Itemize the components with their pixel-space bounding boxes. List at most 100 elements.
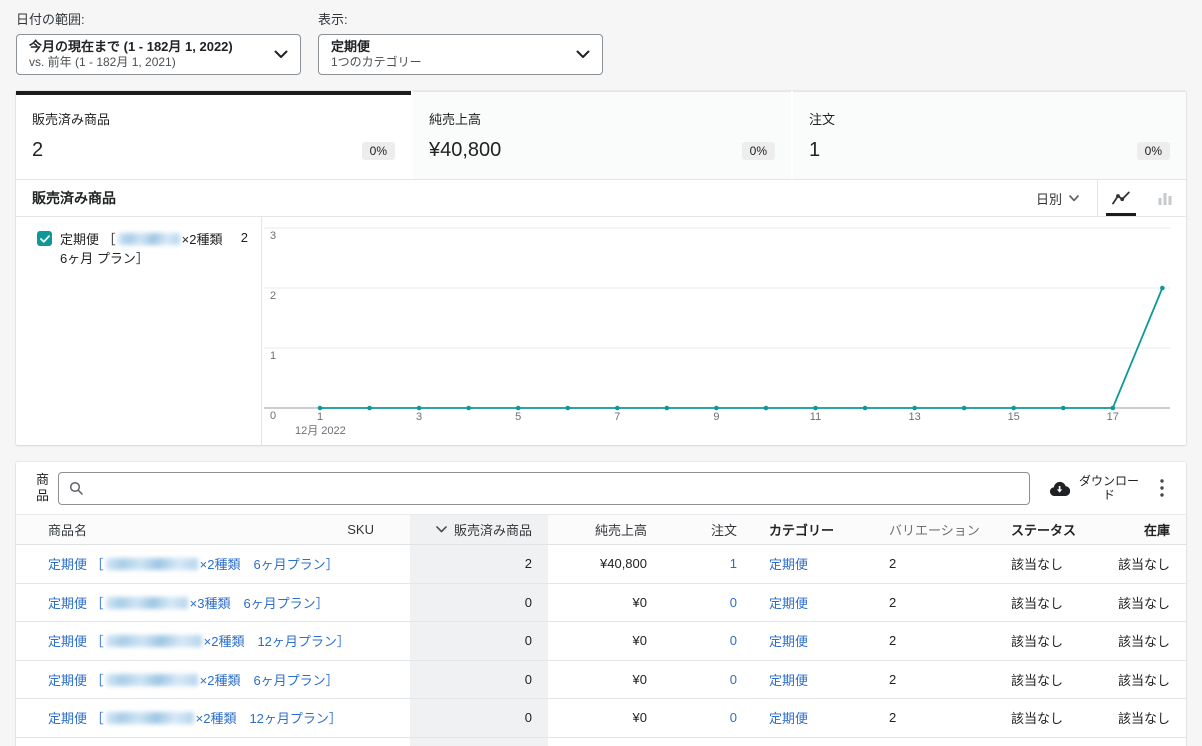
product-name-link[interactable]: 定期便 ［×2種類 6ヶ月プラン］	[48, 554, 339, 573]
data-point	[466, 406, 471, 411]
data-point	[962, 406, 967, 411]
inventory-cell: 該当なし	[1103, 584, 1186, 622]
category-link[interactable]: 定期便	[769, 631, 808, 650]
product-name-cell: 定期便 ［×2種類 12ヶ月プラン］	[16, 699, 320, 737]
download-button[interactable]: ダウンロード	[1048, 474, 1140, 502]
empty-cell	[410, 738, 548, 746]
table-body: 定期便 ［×2種類 6ヶ月プラン］2¥40,8001定期便2該当なし該当なし定期…	[16, 545, 1186, 746]
metric-value: ¥40,800	[429, 139, 501, 162]
redacted-text	[118, 233, 180, 245]
column-header-sku[interactable]: SKU	[320, 515, 410, 544]
column-header-net-sales[interactable]: 純売上高	[548, 515, 663, 544]
data-point	[516, 406, 521, 411]
orders-cell: 0	[663, 661, 753, 699]
chart-plot-area: 0123135791113151712月 2022	[262, 217, 1186, 445]
svg-text:1: 1	[317, 411, 323, 423]
orders-link[interactable]: 0	[730, 672, 737, 687]
category-link[interactable]: 定期便	[769, 708, 808, 727]
redacted-text	[106, 597, 188, 609]
redacted-text	[106, 674, 198, 686]
orders-link[interactable]: 0	[730, 633, 737, 648]
units-sold-cell: 0	[410, 584, 548, 622]
orders-link[interactable]: 1	[730, 556, 737, 571]
data-point	[714, 406, 719, 411]
display-label: 表示:	[318, 9, 603, 28]
sort-descending-icon	[436, 526, 447, 533]
data-point	[813, 406, 818, 411]
svg-text:17: 17	[1107, 411, 1119, 423]
date-range-filter-group: 日付の範囲: 今月の現在まで (1 - 182月 1, 2022) vs. 前年…	[16, 9, 301, 75]
line-chart-toggle[interactable]	[1098, 180, 1144, 216]
empty-cell	[983, 738, 1103, 746]
column-header-variations[interactable]: バリエーション	[873, 515, 983, 544]
svg-text:15: 15	[1008, 411, 1020, 423]
empty-cell	[753, 738, 873, 746]
download-label: ダウンロード	[1078, 474, 1140, 502]
orders-cell: 0	[663, 699, 753, 737]
metric-tab-units-sold[interactable]: 販売済み商品 2 0%	[16, 91, 411, 179]
granularity-label: 日別	[1036, 189, 1062, 208]
column-header-category[interactable]: カテゴリー	[753, 515, 873, 544]
legend-checkbox[interactable]	[37, 231, 52, 246]
display-dropdown[interactable]: 定期便 1つのカテゴリー	[318, 34, 603, 75]
orders-link[interactable]: 0	[730, 595, 737, 610]
category-link[interactable]: 定期便	[769, 593, 808, 612]
chevron-down-icon	[576, 50, 590, 59]
product-name-link[interactable]: 定期便 ［×2種類 12ヶ月プラン］	[48, 708, 342, 727]
empty-cell	[1103, 738, 1186, 746]
metric-tab-orders[interactable]: 注文 1 0%	[793, 91, 1186, 179]
table-toolbar: 商品 ダウンロード	[16, 462, 1186, 514]
column-header-status[interactable]: ステータス	[983, 515, 1103, 544]
data-point	[1160, 286, 1165, 291]
category-cell: 定期便	[753, 622, 873, 660]
table-row: 定期便 ［×2種類 12ヶ月プラン］0¥00定期便2該当なし該当なし	[16, 699, 1186, 738]
orders-link[interactable]: 0	[730, 710, 737, 725]
data-point	[764, 406, 769, 411]
kebab-menu-icon	[1160, 479, 1164, 497]
category-link[interactable]: 定期便	[769, 670, 808, 689]
variations-cell: 2	[873, 661, 983, 699]
legend-label: 定期便 ［×2種類 6ヶ月 プラン］	[60, 230, 235, 268]
sku-cell	[320, 699, 410, 737]
column-header-units-sold[interactable]: 販売済み商品	[410, 515, 548, 544]
category-cell: 定期便	[753, 545, 873, 583]
date-range-label: 日付の範囲:	[16, 9, 301, 28]
column-header-product-name[interactable]: 商品名	[16, 515, 320, 544]
category-cell: 定期便	[753, 661, 873, 699]
units-sold-cell: 2	[410, 545, 548, 583]
report-card: 販売済み商品 2 0% 純売上高 ¥40,800 0% 注文 1 0%	[16, 91, 1186, 445]
display-text: 定期便 1つのカテゴリー	[331, 39, 422, 70]
category-link[interactable]: 定期便	[769, 554, 808, 573]
variations-cell: 2	[873, 622, 983, 660]
product-name-link[interactable]: 定期便 ［×2種類 6ヶ月プラン］	[48, 670, 339, 689]
search-input[interactable]	[91, 481, 1019, 496]
data-point	[1061, 406, 1066, 411]
table-row: 定期便 ［×2種類 12ヶ月プラン］0¥00定期便2該当なし該当なし	[16, 622, 1186, 661]
product-name-link[interactable]: 定期便 ［×3種類 6ヶ月プラン］	[48, 593, 329, 612]
column-header-orders[interactable]: 注文	[663, 515, 753, 544]
inventory-cell: 該当なし	[1103, 545, 1186, 583]
redacted-text	[106, 635, 202, 647]
granularity-dropdown[interactable]: 日別	[1036, 189, 1097, 208]
net-sales-cell: ¥0	[548, 661, 663, 699]
sales-line-chart: 0123135791113151712月 2022	[262, 217, 1186, 445]
sku-cell	[320, 661, 410, 699]
svg-text:3: 3	[270, 230, 276, 242]
empty-cell	[320, 738, 410, 746]
column-header-inventory[interactable]: 在庫	[1103, 515, 1186, 544]
metric-tab-net-sales[interactable]: 純売上高 ¥40,800 0%	[413, 91, 791, 179]
metric-title: 販売済み商品	[32, 109, 395, 128]
data-point	[417, 406, 422, 411]
legend-item[interactable]: 定期便 ［×2種類 6ヶ月 プラン］ 2	[37, 230, 248, 268]
date-range-value: 今月の現在まで (1 - 182月 1, 2022)	[29, 39, 233, 54]
product-name-link[interactable]: 定期便 ［×2種類 12ヶ月プラン］	[48, 631, 350, 650]
search-box[interactable]	[58, 472, 1030, 505]
kebab-menu-button[interactable]	[1156, 475, 1168, 501]
variations-cell: 2	[873, 545, 983, 583]
table-row: 定期便 ［×2種類 6ヶ月プラン］2¥40,8001定期便2該当なし該当なし	[16, 545, 1186, 584]
date-range-dropdown[interactable]: 今月の現在まで (1 - 182月 1, 2022) vs. 前年 (1 - 1…	[16, 34, 301, 75]
bar-chart-icon	[1158, 192, 1172, 205]
bar-chart-toggle[interactable]	[1144, 180, 1186, 216]
status-cell: 該当なし	[983, 545, 1103, 583]
status-cell: 該当なし	[983, 622, 1103, 660]
